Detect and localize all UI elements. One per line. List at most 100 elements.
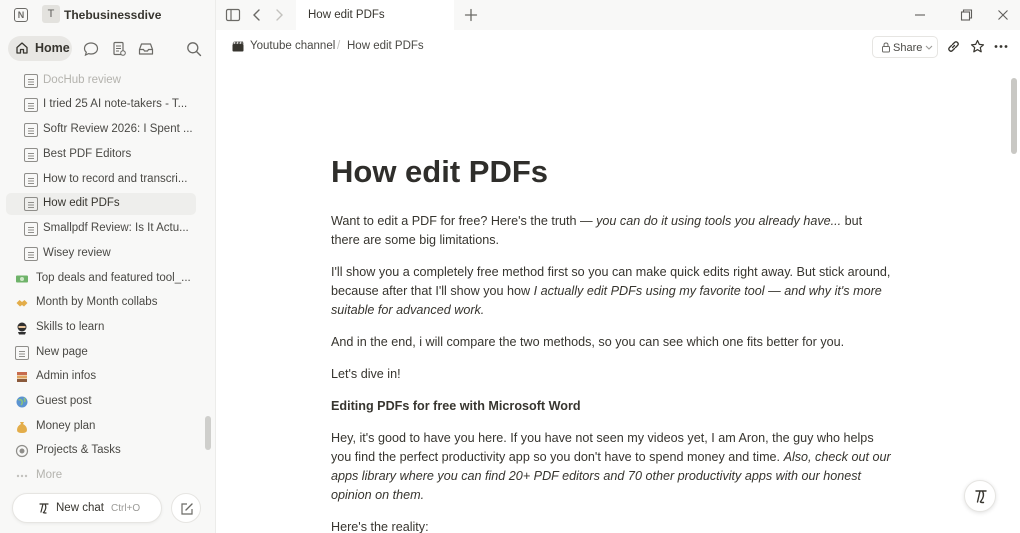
paragraph-text: Want to edit a PDF for free? Here's the … bbox=[331, 214, 597, 228]
breadcrumb-separator: / bbox=[337, 40, 341, 52]
chat-bubble-icon[interactable] bbox=[82, 40, 100, 58]
compose-button[interactable] bbox=[171, 493, 201, 523]
sidebar-item-money-plan[interactable]: Money plan bbox=[6, 416, 196, 438]
lock-icon bbox=[882, 42, 890, 53]
paragraph-method[interactable]: I'll show you a completely free method f… bbox=[331, 263, 891, 320]
handshake-emoji-icon bbox=[16, 300, 28, 307]
workspace-avatar: T bbox=[42, 5, 60, 23]
sidebar-item-label: Wisey review bbox=[43, 247, 111, 259]
sidebar-item-new-page[interactable]: New page bbox=[6, 342, 196, 364]
sidebar-item-label: DocHub review bbox=[43, 74, 121, 86]
title-bar: How edit PDFs bbox=[216, 0, 1020, 30]
sidebar-item-label: Admin infos bbox=[36, 370, 97, 382]
doc-icon bbox=[24, 173, 38, 187]
doc-icon bbox=[24, 123, 38, 137]
share-label: Share bbox=[893, 42, 923, 54]
new-chat-shortcut: Ctrl+O bbox=[111, 503, 141, 514]
home-button[interactable]: Home bbox=[8, 36, 72, 61]
home-icon bbox=[16, 42, 28, 54]
paragraph-about[interactable]: Hey, it's good to have you here. If you … bbox=[331, 429, 891, 505]
page-scrollbar[interactable] bbox=[1008, 64, 1020, 533]
sidebar-item-ai-note-takers[interactable]: I tried 25 AI note-takers - T... bbox=[6, 94, 196, 116]
moneybag-emoji-icon bbox=[17, 422, 27, 433]
more-icon bbox=[16, 474, 28, 478]
forward-arrow-icon[interactable] bbox=[272, 7, 286, 23]
sidebar-item-how-edit-pdfs[interactable]: How edit PDFs bbox=[6, 193, 196, 215]
ai-assistant-button[interactable] bbox=[964, 480, 996, 512]
new-tab-plus-icon[interactable] bbox=[463, 7, 479, 23]
more-options-icon[interactable] bbox=[993, 39, 1009, 54]
sidebar-item-admin-infos[interactable]: Admin infos bbox=[6, 366, 196, 388]
sidebar-item-label: New page bbox=[36, 346, 88, 358]
section-heading[interactable]: Editing PDFs for free with Microsoft Wor… bbox=[331, 397, 891, 416]
sidebar-item-wisey-review[interactable]: Wisey review bbox=[6, 243, 196, 265]
paragraph-compare[interactable]: And in the end, i will compare the two m… bbox=[331, 333, 891, 352]
sidebar-toggle-icon[interactable] bbox=[225, 7, 241, 23]
ai-face-icon bbox=[39, 503, 49, 514]
doc-icon bbox=[24, 148, 38, 162]
doc-icon bbox=[24, 98, 38, 112]
sidebar-item-guest-post[interactable]: Guest post bbox=[6, 391, 196, 413]
inbox-icon[interactable] bbox=[137, 40, 155, 58]
breadcrumb-parent[interactable]: Youtube channel bbox=[250, 40, 335, 52]
sidebar-item-month-collabs[interactable]: Month by Month collabs bbox=[6, 292, 196, 314]
doc-icon bbox=[24, 74, 38, 88]
sidebar-item-record-transcribe[interactable]: How to record and transcri... bbox=[6, 169, 196, 191]
paragraph-dive-in[interactable]: Let's dive in! bbox=[331, 365, 891, 384]
back-arrow-icon[interactable] bbox=[250, 7, 264, 23]
sidebar-item-more[interactable]: More bbox=[6, 465, 196, 483]
sidebar-item-label: I tried 25 AI note-takers - T... bbox=[43, 98, 188, 110]
search-icon[interactable] bbox=[185, 40, 203, 58]
compose-icon bbox=[181, 503, 193, 515]
breadcrumb-current[interactable]: How edit PDFs bbox=[347, 40, 424, 52]
share-button[interactable]: Share bbox=[872, 36, 938, 58]
sidebar-item-smallpdf-review[interactable]: Smallpdf Review: Is It Actu... bbox=[6, 218, 196, 240]
tab-label: How edit PDFs bbox=[308, 9, 385, 21]
ai-face-icon bbox=[975, 490, 987, 504]
workspace-switcher[interactable]: N T Thebusinessdive bbox=[0, 0, 216, 30]
sidebar-item-projects-tasks[interactable]: Projects & Tasks bbox=[6, 440, 196, 462]
money-emoji-icon bbox=[16, 275, 28, 283]
sidebar-item-label: Skills to learn bbox=[36, 321, 105, 333]
tab-how-edit-pdfs[interactable]: How edit PDFs bbox=[296, 0, 454, 30]
new-chat-label: New chat bbox=[56, 502, 104, 514]
home-label: Home bbox=[35, 41, 70, 55]
inbox-doc-icon[interactable] bbox=[110, 40, 128, 58]
notion-logo-icon: N bbox=[14, 8, 28, 22]
sidebar-scrollbar[interactable] bbox=[205, 416, 211, 450]
sidebar-item-label: Smallpdf Review: Is It Actu... bbox=[43, 222, 189, 234]
close-icon[interactable] bbox=[996, 7, 1010, 23]
doc-icon bbox=[24, 222, 38, 236]
clapperboard-icon bbox=[232, 41, 244, 52]
sidebar-item-skills[interactable]: Skills to learn bbox=[6, 317, 196, 339]
restore-icon[interactable] bbox=[959, 7, 973, 23]
sidebar-nav: Home bbox=[0, 36, 216, 62]
sidebar-item-dochub-review[interactable]: DocHub review bbox=[6, 70, 196, 92]
page-content: How edit PDFs Want to edit a PDF for fre… bbox=[216, 64, 1008, 533]
sidebar-item-label: How edit PDFs bbox=[43, 197, 120, 209]
sidebar-item-label: Top deals and featured tool_... bbox=[36, 272, 191, 284]
sidebar-item-softr-review[interactable]: Softr Review 2026: I Spent ... bbox=[6, 119, 196, 141]
sidebar-item-label: More bbox=[36, 469, 63, 481]
sidebar-item-label: Projects & Tasks bbox=[36, 444, 121, 456]
sidebar-item-label: Softr Review 2026: I Spent ... bbox=[43, 123, 193, 135]
target-icon bbox=[15, 444, 29, 458]
minimize-icon[interactable] bbox=[913, 7, 927, 23]
sidebar-item-top-deals[interactable]: Top deals and featured tool_... bbox=[6, 268, 196, 290]
paragraph-emphasis: you can do it using tools you already ha… bbox=[596, 214, 842, 228]
sidebar-item-best-pdf-editors[interactable]: Best PDF Editors bbox=[6, 144, 196, 166]
paragraph-reality[interactable]: Here's the reality: bbox=[331, 518, 891, 533]
chevron-down-icon bbox=[925, 45, 933, 50]
sidebar: N T Thebusinessdive Home DocHub review I… bbox=[0, 0, 216, 533]
link-icon[interactable] bbox=[946, 39, 961, 54]
globe-emoji-icon bbox=[16, 396, 28, 408]
page-title[interactable]: How edit PDFs bbox=[331, 154, 548, 190]
doc-icon bbox=[24, 247, 38, 261]
page-tree: DocHub review I tried 25 AI note-takers … bbox=[0, 68, 216, 483]
doc-icon bbox=[15, 346, 29, 360]
star-icon[interactable] bbox=[970, 39, 985, 54]
sidebar-item-label: How to record and transcri... bbox=[43, 173, 188, 185]
scrollbar-thumb[interactable] bbox=[1011, 78, 1017, 154]
paragraph-intro[interactable]: Want to edit a PDF for free? Here's the … bbox=[331, 212, 891, 250]
new-chat-button[interactable]: New chat Ctrl+O bbox=[12, 493, 162, 523]
